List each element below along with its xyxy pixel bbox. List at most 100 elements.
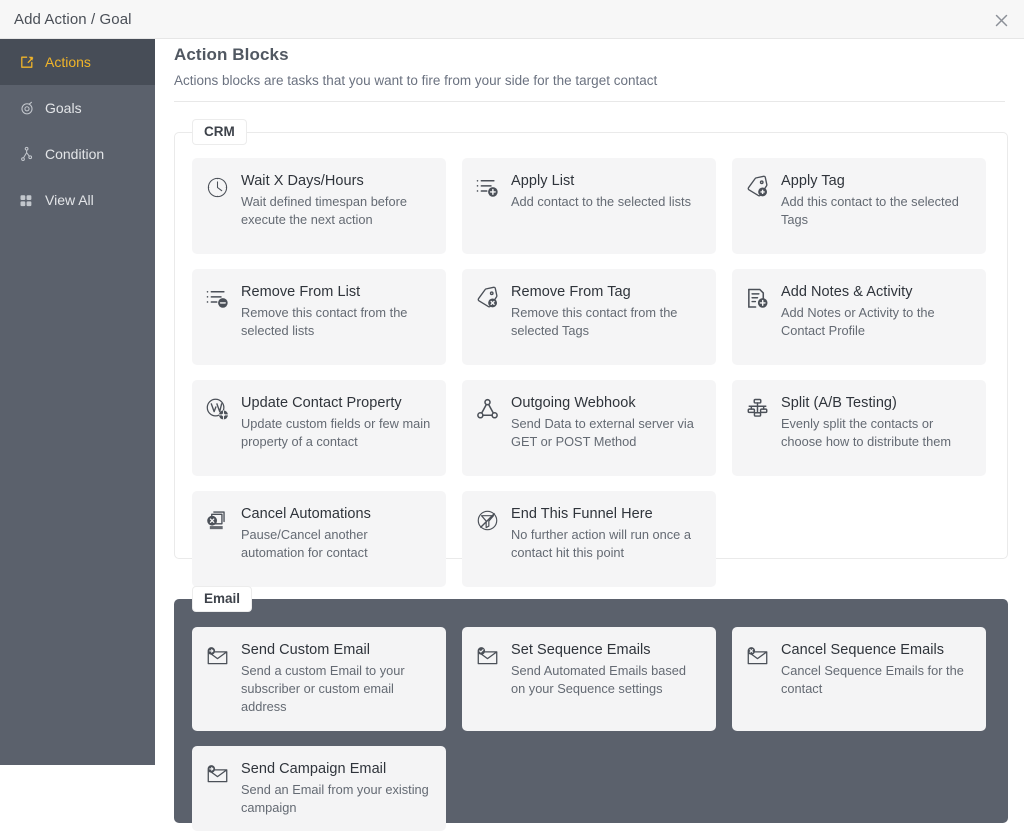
action-card-body: Outgoing Webhook Send Data to external se… <box>511 394 702 451</box>
header-divider <box>174 101 1005 102</box>
action-card[interactable]: Send Campaign Email Send an Email from yo… <box>192 745 446 832</box>
action-card-title: Wait X Days/Hours <box>241 173 364 189</box>
action-card-title: Update Contact Property <box>241 395 402 411</box>
mail-send-icon <box>204 762 230 788</box>
note-add-icon <box>744 285 770 311</box>
page-subtitle: Actions blocks are tasks that you want t… <box>174 73 658 88</box>
cancel-automation-icon <box>204 507 230 533</box>
action-card-description: Cancel Sequence Emails for the contact <box>781 663 964 697</box>
action-card-description: Send Automated Emails based on your Sequ… <box>511 663 687 697</box>
list-add-icon <box>474 174 500 200</box>
mail-check-icon <box>474 643 500 669</box>
dialog-title: Add Action / Goal <box>14 11 132 28</box>
action-card-description: Add this contact to the selected Tags <box>781 194 959 228</box>
action-card[interactable]: Cancel Sequence Emails Cancel Sequence Em… <box>732 627 986 731</box>
action-card-body: Set Sequence Emails Send Automated Emails… <box>511 641 702 698</box>
action-card-title: End This Funnel Here <box>511 506 653 522</box>
list-remove-icon <box>204 285 230 311</box>
action-card-body: Cancel Automations Pause/Cancel another a… <box>241 505 432 562</box>
action-card[interactable]: Remove From List Remove this contact from… <box>192 269 446 365</box>
action-card-body: Split (A/B Testing) Evenly split the cont… <box>781 394 972 451</box>
action-card-body: Remove From Tag Remove this contact from … <box>511 283 702 340</box>
action-card-title: Send Custom Email <box>241 642 370 658</box>
webhook-icon <box>474 396 500 422</box>
action-card[interactable]: Remove From Tag Remove this contact from … <box>462 269 716 365</box>
group-email-label: Email <box>192 586 253 612</box>
end-funnel-icon <box>474 507 500 533</box>
action-card-body: Send Campaign Email Send an Email from yo… <box>241 760 432 817</box>
action-card-title: Set Sequence Emails <box>511 642 651 658</box>
action-card-body: End This Funnel Here No further action wi… <box>511 505 702 562</box>
action-card[interactable]: Apply Tag Add this contact to the selecte… <box>732 158 986 254</box>
action-card-body: Update Contact Property Update custom fie… <box>241 394 432 451</box>
group-crm-cards: Wait X Days/Hours Wait defined timespan b… <box>192 158 990 587</box>
sidebar: Actions Goals Condition View All <box>0 39 155 765</box>
sidebar-item-label: Goals <box>45 100 82 116</box>
sidebar-item-label: Condition <box>45 146 105 162</box>
group-crm-label: CRM <box>192 119 247 145</box>
action-card-title: Remove From List <box>241 284 361 300</box>
action-card-description: Pause/Cancel another automation for cont… <box>241 527 368 561</box>
action-card-body: Wait X Days/Hours Wait defined timespan b… <box>241 172 432 229</box>
action-card-body: Apply Tag Add this contact to the selecte… <box>781 172 972 229</box>
action-card[interactable]: Update Contact Property Update custom fie… <box>192 380 446 476</box>
action-card-body: Send Custom Email Send a custom Email to … <box>241 641 432 717</box>
action-card-title: Apply List <box>511 173 575 189</box>
action-card-description: Send Data to external server via GET or … <box>511 416 694 450</box>
sidebar-item-view-all[interactable]: View All <box>0 177 155 223</box>
action-card-body: Apply List Add contact to the selected li… <box>511 172 702 211</box>
action-card-body: Remove From List Remove this contact from… <box>241 283 432 340</box>
action-card-body: Add Notes & Activity Add Notes or Activit… <box>781 283 972 340</box>
action-card[interactable]: Send Custom Email Send a custom Email to … <box>192 627 446 731</box>
action-arrow-icon <box>18 54 35 71</box>
sidebar-item-condition[interactable]: Condition <box>0 131 155 177</box>
action-card[interactable]: Split (A/B Testing) Evenly split the cont… <box>732 380 986 476</box>
action-card[interactable]: Wait X Days/Hours Wait defined timespan b… <box>192 158 446 254</box>
sidebar-item-label: Actions <box>45 54 91 70</box>
grid-icon <box>18 192 35 209</box>
action-card-title: Outgoing Webhook <box>511 395 636 411</box>
branch-icon <box>18 146 35 163</box>
action-card-description: Evenly split the contacts or choose how … <box>781 416 952 450</box>
page-header: Action Blocks Actions blocks are tasks t… <box>174 45 1005 88</box>
action-card-title: Split (A/B Testing) <box>781 395 897 411</box>
contact-property-icon <box>204 396 230 422</box>
split-icon <box>744 396 770 422</box>
action-card-description: Wait defined timespan before execute the… <box>241 194 407 228</box>
action-card-description: No further action will run once a contac… <box>511 527 691 561</box>
action-card[interactable]: Apply List Add contact to the selected li… <box>462 158 716 254</box>
action-card[interactable]: Add Notes & Activity Add Notes or Activit… <box>732 269 986 365</box>
action-card[interactable]: Set Sequence Emails Send Automated Emails… <box>462 627 716 731</box>
action-card-title: Remove From Tag <box>511 284 631 300</box>
page-title: Action Blocks <box>174 45 289 64</box>
action-card-title: Apply Tag <box>781 173 845 189</box>
action-card-description: Remove this contact from the selected li… <box>241 305 408 339</box>
target-icon <box>18 100 35 117</box>
action-card-description: Send an Email from your existing campaig… <box>241 781 429 815</box>
action-card-description: Remove this contact from the selected Ta… <box>511 305 678 339</box>
action-card[interactable]: Cancel Automations Pause/Cancel another a… <box>192 491 446 587</box>
action-card-description: Add Notes or Activity to the Contact Pro… <box>781 305 935 339</box>
action-card-title: Cancel Sequence Emails <box>781 642 945 658</box>
group-email: Email Send Custom Email Send a custom Ema… <box>174 586 1008 832</box>
tag-add-icon <box>744 174 770 200</box>
main-content: Action Blocks Actions blocks are tasks t… <box>155 39 1024 833</box>
clock-icon <box>204 174 230 200</box>
close-icon[interactable] <box>990 9 1012 31</box>
dialog-titlebar: Add Action / Goal <box>0 0 1024 39</box>
sidebar-item-label: View All <box>45 192 94 208</box>
group-email-cards: Send Custom Email Send a custom Email to … <box>192 627 990 832</box>
sidebar-item-actions[interactable]: Actions <box>0 39 155 85</box>
action-card-title: Send Campaign Email <box>241 760 387 777</box>
mail-cancel-icon <box>744 643 770 669</box>
action-card[interactable]: Outgoing Webhook Send Data to external se… <box>462 380 716 476</box>
action-card-body: Cancel Sequence Emails Cancel Sequence Em… <box>781 641 972 698</box>
action-card-description: Add contact to the selected lists <box>511 194 691 210</box>
tag-remove-icon <box>474 285 500 311</box>
sidebar-item-goals[interactable]: Goals <box>0 85 155 131</box>
action-card[interactable]: End This Funnel Here No further action wi… <box>462 491 716 587</box>
action-card-title: Add Notes & Activity <box>781 284 913 300</box>
mail-send-icon <box>204 643 230 669</box>
group-crm: CRM Wait X Days/Hours Wait defined timesp… <box>174 119 1008 587</box>
action-card-description: Send a custom Email to your subscriber o… <box>241 663 405 715</box>
